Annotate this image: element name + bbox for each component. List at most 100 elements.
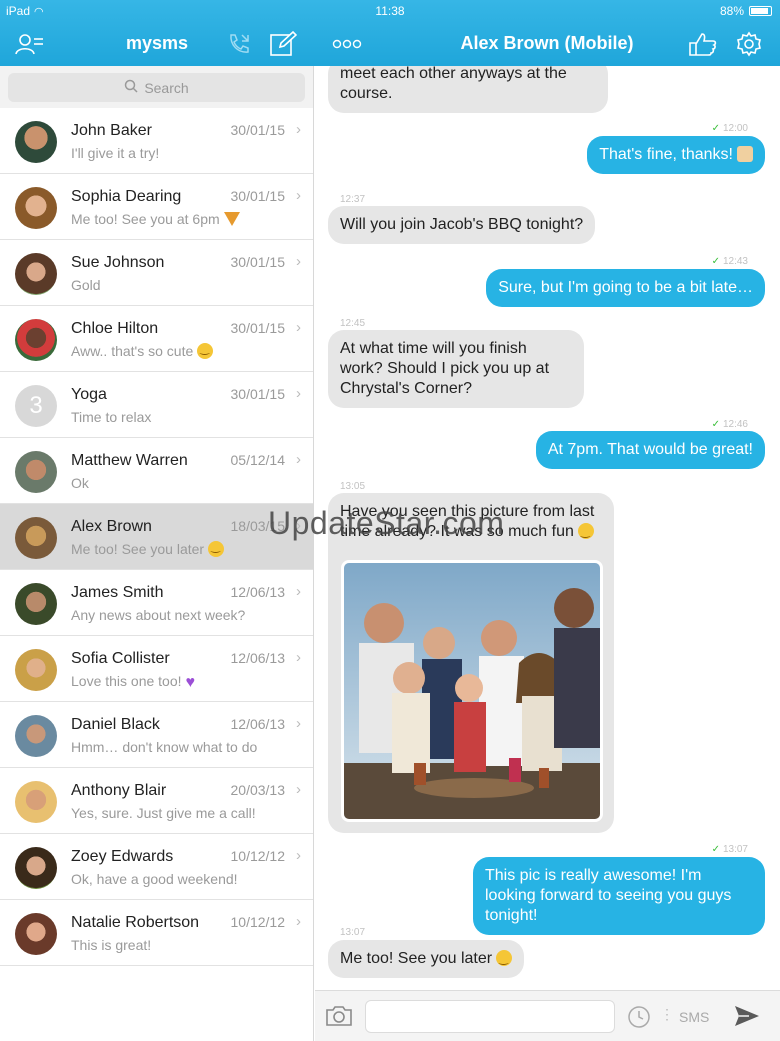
search-bar: Search [0,66,313,108]
conversation-item-chloe-hilton[interactable]: Chloe Hilton 30/01/15 › Aww.. that's so … [0,306,313,372]
avatar [15,781,57,823]
message-timestamp: ✓ 13:07 [711,844,748,855]
conversation-item-james-smith[interactable]: James Smith 12/06/13 › Any news about ne… [0,570,313,636]
conversation-name: Yoga [71,386,107,403]
message-timestamp: ✓ 12:43 [711,256,748,267]
conversation-name: John Baker [71,122,152,139]
conversation-date: 30/01/15 [230,320,286,336]
conversation-date: 12/06/13 [230,584,286,600]
send-icon[interactable] [733,1004,761,1033]
conversation-name: Natalie Robertson [71,914,200,931]
conversation-item-sue-johnson[interactable]: Sue Johnson 30/01/15 › Gold [0,240,313,306]
camera-icon[interactable] [325,1005,353,1032]
chevron-right-icon: › [296,847,301,864]
conversation-item-zoey-edwards[interactable]: Zoey Edwards 10/12/12 › Ok, have a good … [0,834,313,900]
conversation-name: Anthony Blair [71,782,167,799]
conversation-preview: This is great! [71,937,152,953]
conversation-list: John Baker 30/01/15 › I'll give it a try… [0,108,313,966]
conversation-name: Sofia Collister [71,650,170,667]
conversation-date: 10/12/12 [230,848,286,864]
avatar [15,319,57,361]
app-header: iPad ◠ 11:38 88% mysms Alex Brown (Mobile… [0,0,780,66]
conversation-item-daniel-black[interactable]: Daniel Black 12/06/13 › Hmm… don't know … [0,702,313,768]
message-incoming: Will you join Jacob's BBQ tonight? [328,206,596,244]
conversation-preview: Gold [71,277,101,293]
chevron-right-icon: › [296,187,301,204]
shared-photo[interactable] [341,560,603,822]
group-avatar: 3 [15,385,57,427]
conversation-name: Sophia Dearing [71,188,182,205]
conversation-preview: Ok [71,475,89,491]
conversation-preview: Me too! See you at 6pm [71,211,240,227]
message-incoming: meet each other anyways at the course. [328,66,608,113]
conversation-item-john-baker[interactable]: John Baker 30/01/15 › I'll give it a try… [0,108,313,174]
conversation-name: James Smith [71,584,164,601]
chevron-right-icon: › [296,715,301,732]
chevron-right-icon: › [296,649,301,666]
thumbs-up-emoji-icon [737,146,753,162]
conversation-preview: Aww.. that's so cute [71,342,214,359]
conversation-preview: Ok, have a good weekend! [71,871,238,887]
avatar [15,847,57,889]
smile-emoji-icon [208,540,225,557]
settings-gear-icon[interactable] [734,30,764,58]
message-timestamp: 12:45 [340,318,366,329]
delivered-check-icon: ✓ [711,256,720,267]
thumbs-up-icon[interactable] [688,30,718,58]
conversation-name: Alex Brown [71,518,152,535]
avatar [15,253,57,295]
conversation-item-alex-brown[interactable]: Alex Brown 18/03/15 › Me too! See you la… [0,504,313,570]
conversation-name: Chloe Hilton [71,320,159,337]
avatar [15,451,57,493]
delivered-check-icon: ✓ [711,123,720,134]
message-outgoing: At 7pm. That would be great! [535,431,765,469]
avatar [15,649,57,691]
conversation-date: 20/03/13 [230,782,286,798]
message-outgoing: Sure, but I'm going to be a bit late… [486,269,765,307]
message-timestamp: 12:37 [340,194,366,205]
search-input[interactable]: Search [8,73,305,102]
chevron-right-icon: › [296,583,301,600]
avatar [15,583,57,625]
delivered-check-icon: ✓ [711,419,720,430]
conversation-name: Matthew Warren [71,452,188,469]
message-timestamp: ✓ 12:00 [711,123,748,134]
conversation-name: Sue Johnson [71,254,165,271]
avatar [15,517,57,559]
conversation-item-sofia-collister[interactable]: Sofia Collister 12/06/13 › Love this one… [0,636,313,702]
chevron-right-icon: › [296,385,301,402]
chevron-right-icon: › [296,451,301,468]
status-time: 11:38 [375,4,405,18]
message-input[interactable] [365,1000,615,1033]
conversation-item-matthew-warren[interactable]: Matthew Warren 05/12/14 › Ok [0,438,313,504]
message-composer: ⋮ SMS [315,990,780,1041]
schedule-clock-icon[interactable] [627,1005,651,1034]
conversation-item-yoga[interactable]: 3 Yoga 30/01/15 › Time to relax [0,372,313,438]
conversation-item-sophia-dearing[interactable]: Sophia Dearing 30/01/15 › Me too! See yo… [0,174,313,240]
smile-emoji-icon [197,342,214,359]
conversation-preview: Any news about next week? [71,607,246,623]
smile-emoji-icon [496,949,513,969]
heart-emoji-icon: ♥ [185,674,196,691]
conversation-name: Zoey Edwards [71,848,174,865]
conversation-date: 12/06/13 [230,650,286,666]
chevron-right-icon: › [296,913,301,930]
conversation-date: 30/01/15 [230,122,286,138]
send-mode-label[interactable]: SMS [679,1009,709,1025]
conversation-item-anthony-blair[interactable]: Anthony Blair 20/03/13 › Yes, sure. Just… [0,768,313,834]
conversation-preview: Yes, sure. Just give me a call! [71,805,256,821]
conversation-date: 30/01/15 [230,188,286,204]
conversation-preview: Time to relax [71,409,152,425]
search-placeholder: Search [144,79,189,96]
chevron-right-icon: › [296,253,301,270]
conversation-preview: Love this one too! ♥ [71,673,196,691]
conversation-item-natalie-robertson[interactable]: Natalie Robertson 10/12/12 › This is gre… [0,900,313,966]
message-timestamp: 13:05 [340,481,366,492]
compose-icon[interactable] [268,30,298,58]
pizza-emoji-icon [223,212,240,226]
call-log-icon[interactable] [224,30,254,58]
conversation-preview: I'll give it a try! [71,145,160,161]
conversation-date: 30/01/15 [230,386,286,402]
app-title: mysms [125,33,189,53]
conversation-date: 30/01/15 [230,254,286,270]
